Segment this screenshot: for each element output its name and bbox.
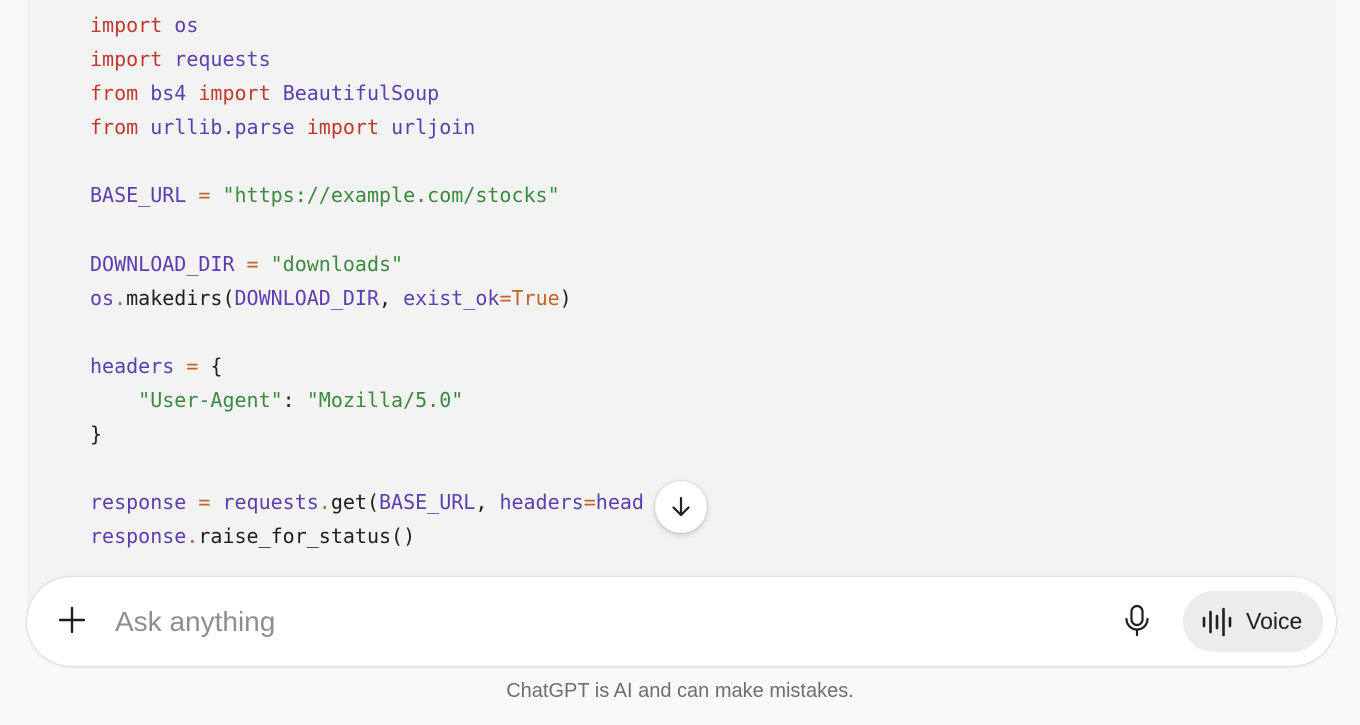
code-token: .	[186, 524, 199, 549]
voice-label: Voice	[1246, 608, 1303, 634]
code-token: :	[282, 388, 307, 413]
code-token: ,	[475, 490, 500, 515]
prompt-input[interactable]	[113, 599, 1017, 645]
code-token: headers	[90, 353, 175, 378]
voice-waveform-icon	[1201, 606, 1233, 638]
code-token: exist_ok	[403, 285, 500, 310]
code-token: =	[499, 285, 512, 310]
code-token: ,	[379, 285, 404, 310]
code-token: "https://example.com/stocks"	[222, 183, 560, 208]
code-content: import os import requests from bs4 import …	[90, 8, 644, 554]
code-token: .	[318, 490, 331, 515]
code-token: from	[90, 115, 139, 140]
code-token: DOWNLOAD_DIR	[90, 251, 235, 276]
code-line: from bs4 import BeautifulSoup	[90, 76, 644, 110]
code-token: {	[198, 353, 223, 378]
code-line: BASE_URL = "https://example.com/stocks"	[90, 178, 644, 212]
code-line: response.raise_for_status()	[90, 519, 644, 553]
code-token: =	[186, 353, 199, 378]
composer: Voice	[27, 577, 1336, 666]
microphone-icon	[1125, 604, 1149, 637]
code-token: get(	[330, 490, 380, 515]
code-token: response	[90, 524, 187, 549]
code-line: "User-Agent": "Mozilla/5.0"	[90, 383, 644, 417]
code-token: requests	[222, 490, 319, 515]
code-token: "User-Agent"	[138, 388, 283, 413]
voice-mode-button[interactable]: Voice	[1183, 591, 1323, 652]
code-line: import os	[90, 8, 644, 42]
code-token: response	[90, 490, 187, 515]
code-line: DOWNLOAD_DIR = "downloads"	[90, 247, 644, 281]
code-line: response = requests.get(BASE_URL, header…	[90, 485, 644, 519]
code-token: DOWNLOAD_DIR	[234, 285, 380, 310]
code-token: )	[559, 285, 572, 310]
code-token: os	[174, 13, 199, 37]
scroll-to-bottom-button[interactable]	[655, 481, 707, 533]
code-token: =	[198, 490, 211, 515]
add-attachment-button[interactable]	[51, 599, 93, 641]
code-token: urljoin	[391, 115, 476, 140]
code-token: import	[90, 13, 163, 37]
dictate-button[interactable]	[1115, 599, 1159, 643]
code-token: headers	[499, 490, 584, 515]
code-token: from	[90, 81, 139, 106]
code-token: bs4	[150, 81, 187, 106]
code-token: =	[198, 183, 211, 208]
code-token: os	[90, 285, 115, 310]
code-token: head	[595, 490, 644, 515]
code-line: os.makedirs(DOWNLOAD_DIR, exist_ok=True)	[90, 281, 644, 315]
plus-icon	[58, 606, 86, 634]
code-token: makedirs(	[126, 285, 235, 310]
code-token: .	[114, 285, 127, 310]
code-token: "Mozilla/5.0"	[306, 388, 464, 413]
code-token: BeautifulSoup	[282, 81, 440, 106]
code-line: headers = {	[90, 349, 644, 383]
code-token: True	[511, 285, 560, 310]
code-token: }	[90, 422, 103, 447]
code-token: "downloads"	[270, 251, 404, 276]
code-token: raise_for_status()	[198, 524, 416, 549]
code-token: import	[306, 115, 380, 140]
code-line: from urllib.parse import urljoin	[90, 110, 644, 144]
code-token: =	[246, 251, 259, 276]
arrow-down-icon	[672, 496, 690, 517]
disclaimer-text: ChatGPT is AI and can make mistakes.	[506, 680, 854, 702]
code-token: urllib.parse	[150, 115, 295, 140]
code-token: import	[90, 47, 163, 72]
code-line: }	[90, 417, 644, 451]
code-line: import requests	[90, 42, 644, 76]
code-token: BASE_URL	[90, 183, 187, 208]
code-token: =	[583, 490, 596, 515]
code-token: BASE_URL	[379, 490, 476, 515]
code-token: import	[198, 81, 271, 106]
chat-view: import os import requests from bs4 import …	[0, 0, 1360, 725]
code-token: requests	[174, 47, 271, 72]
